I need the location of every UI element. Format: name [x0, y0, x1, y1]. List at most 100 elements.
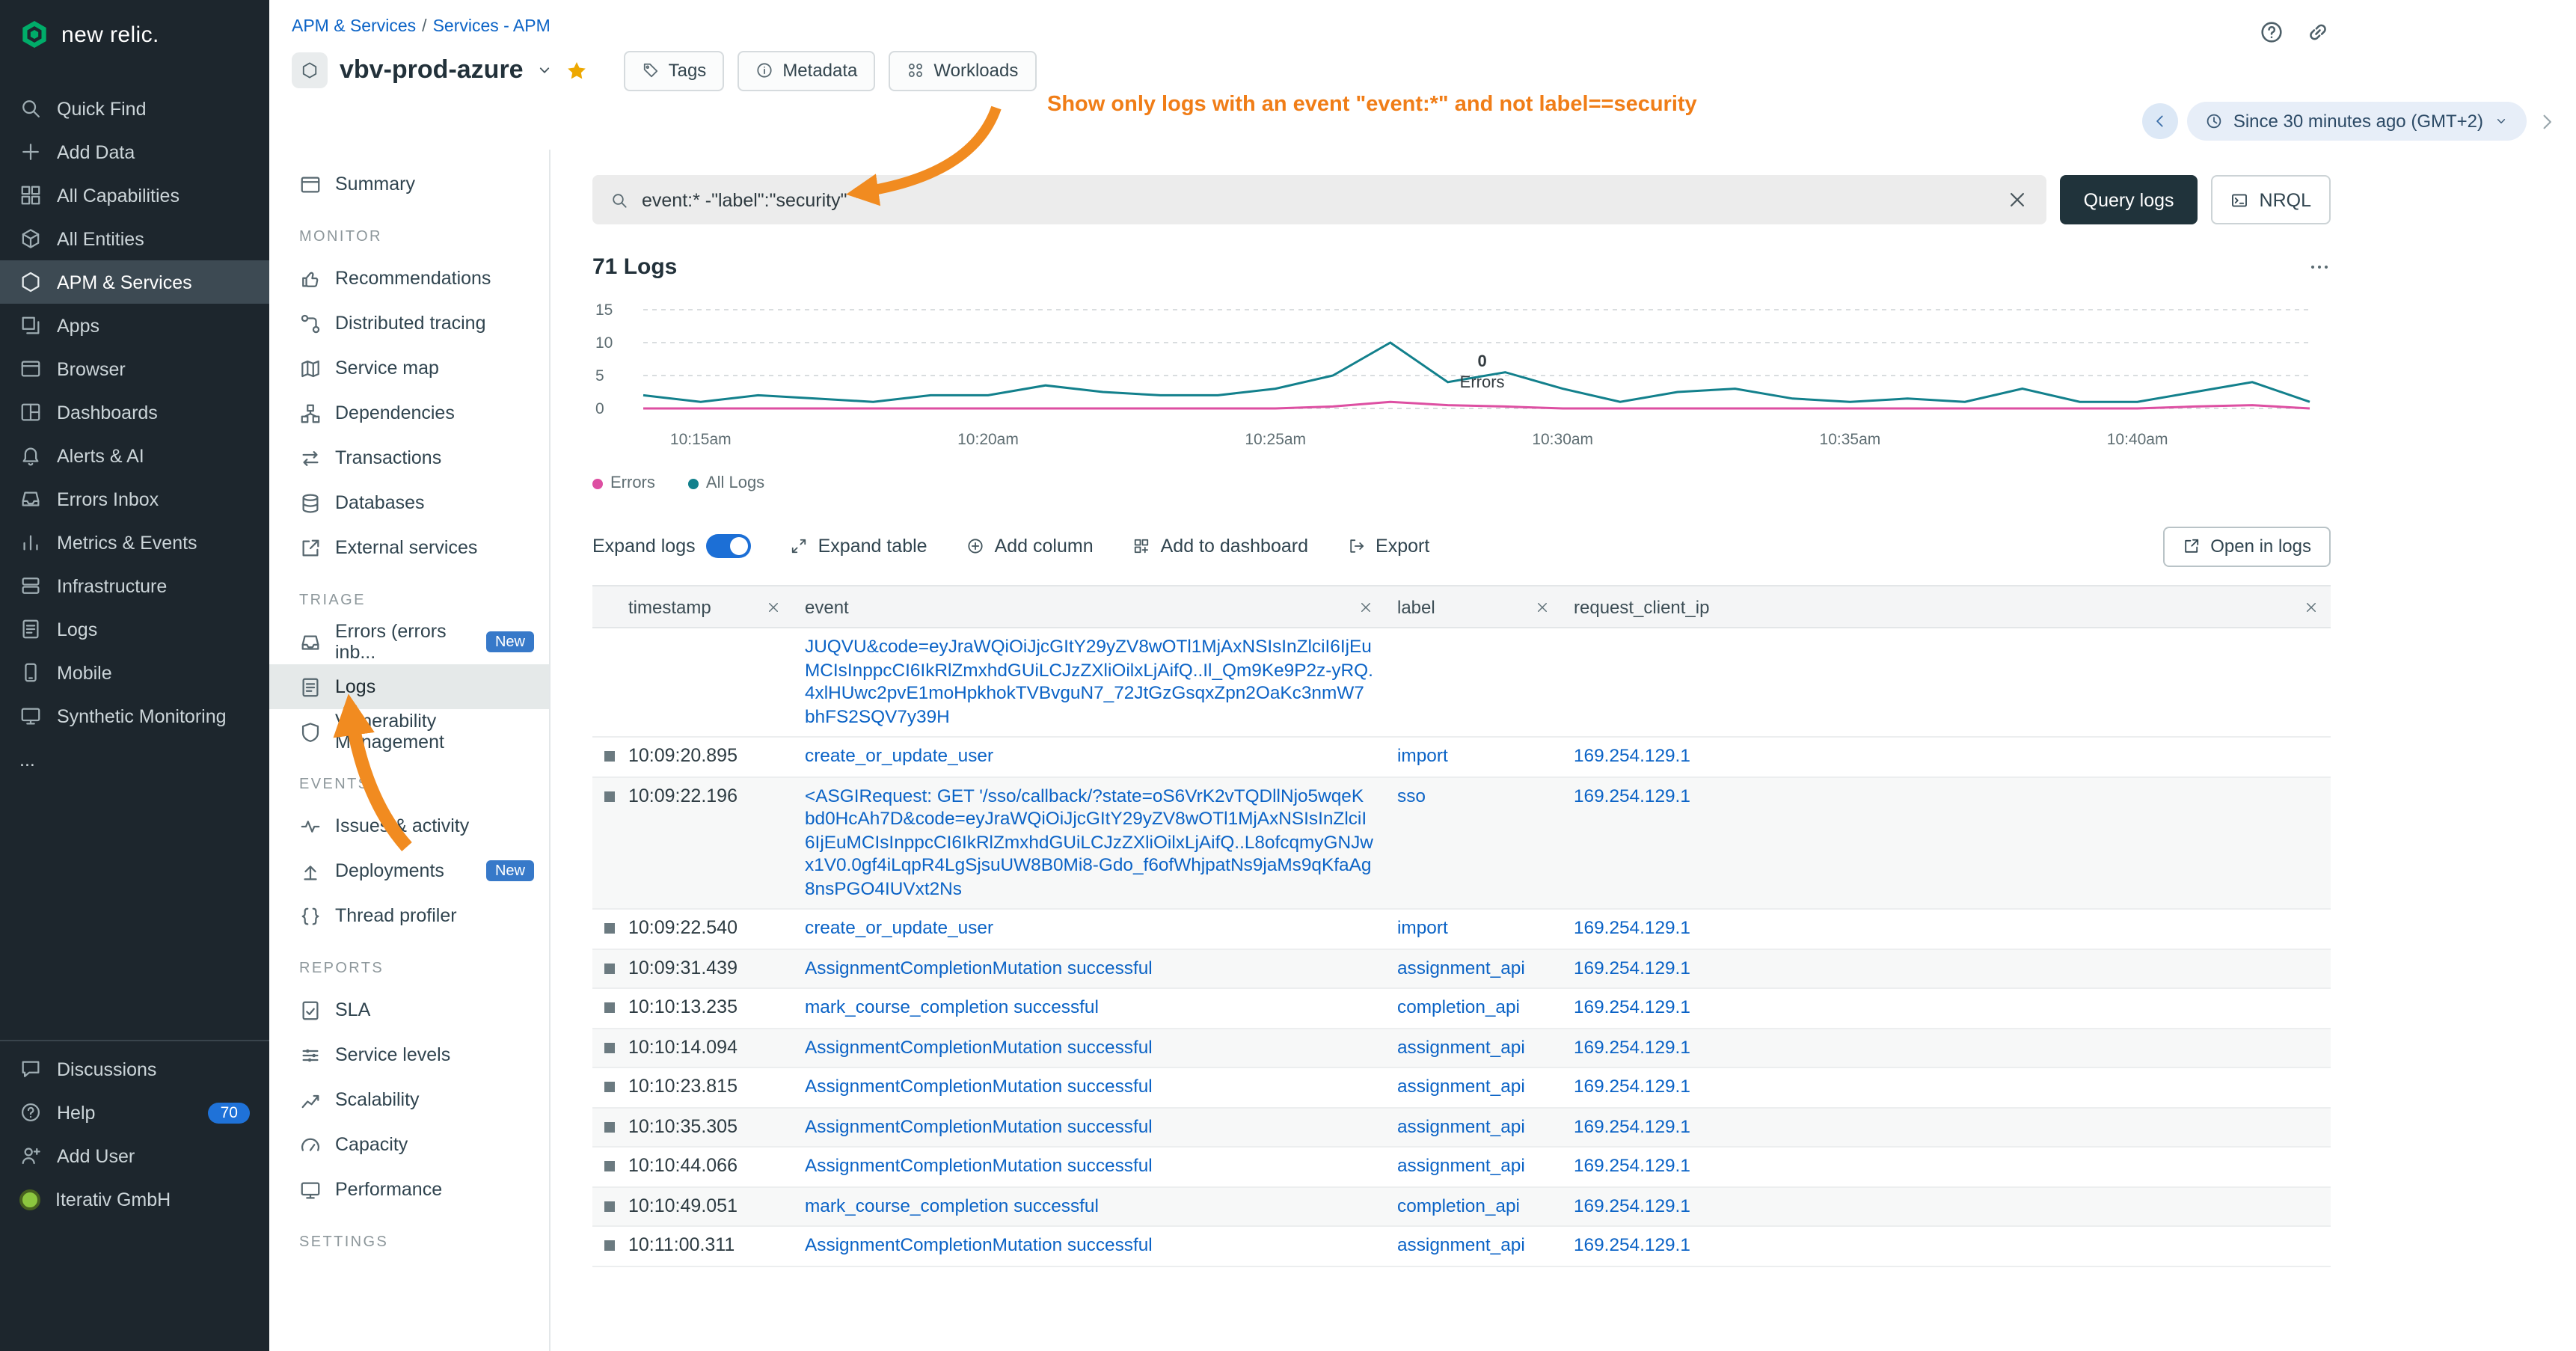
- subnav-item-vulnerability-management[interactable]: Vulnerability Management: [269, 709, 549, 754]
- time-picker[interactable]: Since 30 minutes ago (GMT+2): [2187, 102, 2527, 141]
- log-ip-link[interactable]: 169.254.129.1: [1574, 745, 1690, 766]
- log-label-link[interactable]: completion_api: [1397, 1195, 1520, 1216]
- table-row[interactable]: 10:10:35.305 AssignmentCompletionMutatio…: [592, 1107, 2331, 1147]
- table-row[interactable]: 10:10:14.094 AssignmentCompletionMutatio…: [592, 1028, 2331, 1067]
- table-row[interactable]: 10:10:13.235 mark_course_completion succ…: [592, 988, 2331, 1028]
- open-in-logs-button[interactable]: Open in logs: [2162, 526, 2331, 566]
- remove-column-icon[interactable]: [766, 599, 781, 614]
- nav-item-dashboards[interactable]: Dashboards: [0, 390, 269, 434]
- breadcrumb-services-apm[interactable]: Services - APM: [433, 18, 551, 36]
- row-select-toggle[interactable]: [604, 1201, 615, 1211]
- log-event-link[interactable]: create_or_update_user: [805, 745, 993, 766]
- table-row[interactable]: 10:09:22.540 create_or_update_user impor…: [592, 909, 2331, 949]
- nav-item-help[interactable]: Help70: [0, 1091, 269, 1134]
- table-row[interactable]: JUQVU&code=eyJraWQiOiJjcGItY29yZV8wOTl1M…: [592, 628, 2331, 737]
- subnav-item-summary[interactable]: Summary: [269, 162, 549, 206]
- subnav-item-databases[interactable]: Databases: [269, 480, 549, 525]
- log-ip-link[interactable]: 169.254.129.1: [1574, 1076, 1690, 1097]
- column-header-request-client-ip[interactable]: request_client_ip: [1562, 586, 2331, 628]
- log-label-link[interactable]: sso: [1397, 785, 1426, 806]
- log-ip-link[interactable]: 169.254.129.1: [1574, 957, 1690, 978]
- row-select-toggle[interactable]: [604, 791, 615, 801]
- time-forward-button[interactable]: [2536, 110, 2558, 132]
- query-logs-button[interactable]: Query logs: [2060, 175, 2198, 224]
- log-ip-link[interactable]: 169.254.129.1: [1574, 785, 1690, 806]
- log-ip-link[interactable]: 169.254.129.1: [1574, 917, 1690, 938]
- clear-search-icon[interactable]: [2006, 189, 2028, 211]
- nrql-button[interactable]: NRQL: [2212, 175, 2331, 224]
- time-back-button[interactable]: [2142, 103, 2178, 139]
- nav-item-metrics-events[interactable]: Metrics & Events: [0, 521, 269, 564]
- log-ip-link[interactable]: 169.254.129.1: [1574, 1195, 1690, 1216]
- log-label-link[interactable]: assignment_api: [1397, 1115, 1525, 1136]
- remove-column-icon[interactable]: [1535, 599, 1550, 614]
- favorite-star-icon[interactable]: [565, 59, 588, 82]
- row-select-toggle[interactable]: [604, 923, 615, 934]
- column-header-timestamp[interactable]: timestamp: [616, 586, 793, 628]
- nav-item-synthetic-monitoring[interactable]: Synthetic Monitoring: [0, 694, 269, 738]
- table-row[interactable]: 10:11:00.311 AssignmentCompletionMutatio…: [592, 1226, 2331, 1266]
- breadcrumb-apm-services[interactable]: APM & Services: [292, 18, 416, 36]
- subnav-item-recommendations[interactable]: Recommendations: [269, 256, 549, 301]
- log-ip-link[interactable]: 169.254.129.1: [1574, 1115, 1690, 1136]
- log-label-link[interactable]: import: [1397, 745, 1448, 766]
- legend-errors[interactable]: Errors: [592, 474, 655, 492]
- remove-column-icon[interactable]: [1358, 599, 1373, 614]
- subnav-item-performance[interactable]: Performance: [269, 1167, 549, 1212]
- log-search-box[interactable]: [592, 175, 2046, 224]
- subnav-item-dependencies[interactable]: Dependencies: [269, 390, 549, 435]
- subnav-item-thread-profiler[interactable]: Thread profiler: [269, 893, 549, 938]
- nav-item-quick-find[interactable]: Quick Find: [0, 87, 269, 130]
- log-label-link[interactable]: assignment_api: [1397, 1234, 1525, 1255]
- log-ip-link[interactable]: 169.254.129.1: [1574, 1234, 1690, 1255]
- subnav-item-scalability[interactable]: Scalability: [269, 1077, 549, 1122]
- subnav-item-transactions[interactable]: Transactions: [269, 435, 549, 480]
- log-search-input[interactable]: [642, 189, 1993, 210]
- tags-button[interactable]: Tags: [624, 50, 725, 91]
- entity-switcher-caret-icon[interactable]: [536, 61, 553, 79]
- log-event-link[interactable]: AssignmentCompletionMutation successful: [805, 1076, 1153, 1097]
- nav-item-add-data[interactable]: Add Data: [0, 130, 269, 174]
- subnav-item-sla[interactable]: SLA: [269, 987, 549, 1032]
- table-row[interactable]: 10:09:31.439 AssignmentCompletionMutatio…: [592, 949, 2331, 988]
- subnav-item-external-services[interactable]: External services: [269, 525, 549, 570]
- row-select-toggle[interactable]: [604, 963, 615, 973]
- nav-item-alerts-ai[interactable]: Alerts & AI: [0, 434, 269, 477]
- row-select-toggle[interactable]: [604, 1042, 615, 1053]
- nav-item-all-capabilities[interactable]: All Capabilities: [0, 174, 269, 217]
- row-select-toggle[interactable]: [604, 1240, 615, 1251]
- log-label-link[interactable]: assignment_api: [1397, 1076, 1525, 1097]
- nav-item-infrastructure[interactable]: Infrastructure: [0, 564, 269, 607]
- log-label-link[interactable]: completion_api: [1397, 996, 1520, 1017]
- log-event-link[interactable]: AssignmentCompletionMutation successful: [805, 1234, 1153, 1255]
- table-row[interactable]: 10:10:44.066 AssignmentCompletionMutatio…: [592, 1147, 2331, 1186]
- table-row[interactable]: 10:10:23.815 AssignmentCompletionMutatio…: [592, 1067, 2331, 1107]
- workloads-button[interactable]: Workloads: [889, 50, 1036, 91]
- export-button[interactable]: Export: [1347, 536, 1429, 557]
- log-event-link[interactable]: AssignmentCompletionMutation successful: [805, 1115, 1153, 1136]
- log-event-link[interactable]: create_or_update_user: [805, 917, 993, 938]
- nav-item-organization[interactable]: Iterativ GmbH: [0, 1177, 269, 1221]
- brand-header[interactable]: new relic.: [0, 0, 269, 69]
- subnav-item-distributed-tracing[interactable]: Distributed tracing: [269, 301, 549, 346]
- row-select-toggle[interactable]: [604, 1121, 615, 1132]
- row-select-toggle[interactable]: [604, 1002, 615, 1013]
- nav-item-apm-services[interactable]: APM & Services: [0, 260, 269, 304]
- nav-item-add-user[interactable]: Add User: [0, 1134, 269, 1177]
- add-to-dashboard-button[interactable]: Add to dashboard: [1132, 536, 1308, 557]
- log-label-link[interactable]: assignment_api: [1397, 957, 1525, 978]
- row-select-toggle[interactable]: [604, 1161, 615, 1171]
- subnav-item-service-map[interactable]: Service map: [269, 346, 549, 390]
- expand-logs-toggle[interactable]: [706, 534, 751, 558]
- subnav-item-capacity[interactable]: Capacity: [269, 1122, 549, 1167]
- log-event-link[interactable]: <ASGIRequest: GET '/sso/callback/?state=…: [805, 785, 1373, 898]
- subnav-item-deployments[interactable]: DeploymentsNew: [269, 848, 549, 893]
- row-select-toggle[interactable]: [604, 751, 615, 762]
- nav-item-mobile[interactable]: Mobile: [0, 651, 269, 694]
- log-event-link[interactable]: AssignmentCompletionMutation successful: [805, 1036, 1153, 1057]
- add-column-button[interactable]: Add column: [966, 536, 1094, 557]
- column-header-event[interactable]: event: [793, 586, 1385, 628]
- remove-column-icon[interactable]: [2304, 599, 2319, 614]
- log-label-link[interactable]: assignment_api: [1397, 1155, 1525, 1176]
- row-select-toggle[interactable]: [604, 1082, 615, 1092]
